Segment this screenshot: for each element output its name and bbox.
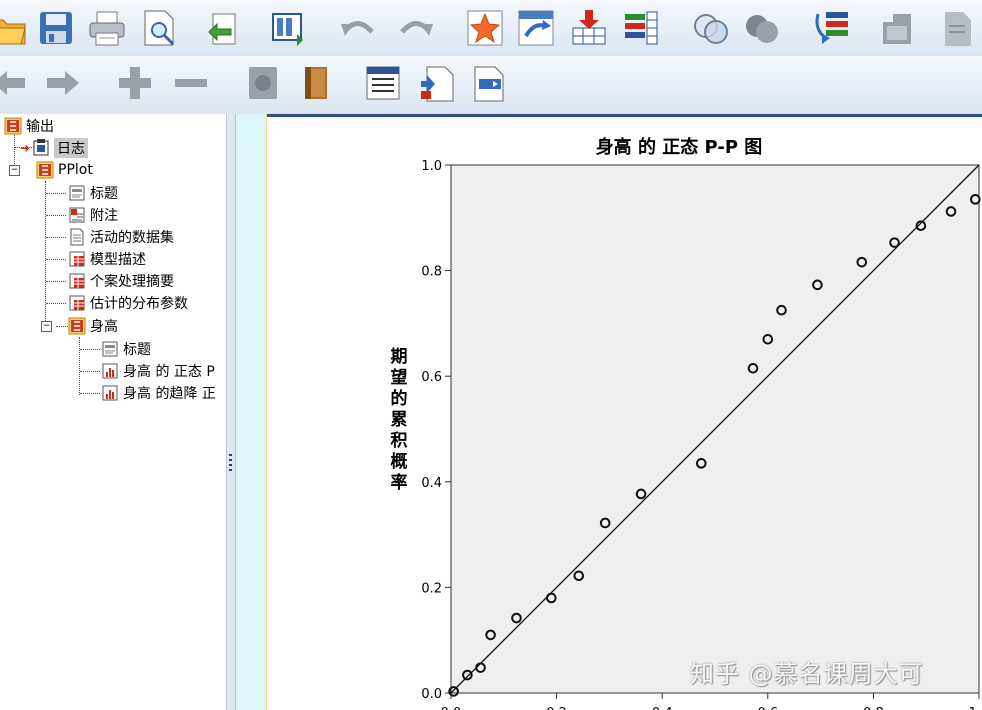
table-icon [69,251,85,267]
y-tick-label: 0.4 [421,476,442,491]
undo-icon[interactable] [337,7,379,49]
book-icon [4,117,22,135]
collapse-icon[interactable] [170,62,212,104]
y-axis-label-char: 累 [391,410,408,430]
y-tick-label: 0.8 [421,265,442,280]
select-cases-icon[interactable] [690,7,732,49]
open-icon[interactable] [0,7,28,49]
tree-node-notes[interactable]: 附注 [68,205,118,225]
book-icon [68,317,86,335]
book-icon [36,161,54,179]
table-icon [69,295,85,311]
x-tick-label: 0.2 [546,706,567,710]
tree-node-active-dataset[interactable]: 活动的数据集 [68,227,174,247]
tree-node-height-title[interactable]: 标题 [101,339,151,359]
tree-node-pplot[interactable]: PPlot [36,160,93,180]
main-toolbar [0,0,982,57]
back-icon[interactable] [0,62,30,104]
outline-toolbar [0,56,982,166]
goto-data-icon[interactable] [268,7,310,49]
show-icon[interactable] [242,62,284,104]
print-icon[interactable] [86,7,128,49]
show-all-icon[interactable] [936,7,978,49]
insert-cases-icon[interactable] [568,7,610,49]
y-tick-label: 0.2 [421,581,442,596]
x-tick-label: 0.6 [757,706,778,710]
weight-cases-icon[interactable] [741,7,783,49]
title-icon [69,185,85,201]
value-labels-icon[interactable] [811,7,853,49]
chart-icon [102,385,118,401]
insert-heading-icon[interactable] [362,62,404,104]
y-tick-label: 1.0 [421,159,442,174]
insert-text-icon[interactable] [468,62,510,104]
export-icon[interactable] [204,7,246,49]
y-axis-label-char: 积 [391,431,408,451]
y-axis-label-char: 期 [391,347,408,367]
x-tick-label: 0.8 [863,706,884,710]
tree-node-output[interactable]: 输出 [4,116,54,136]
y-axis-label-char: 的 [391,388,408,409]
goto-variable-icon[interactable] [515,7,557,49]
pplot-collapse-toggle[interactable]: − [9,165,20,176]
y-axis-label-char: 望 [391,367,408,388]
expand-icon[interactable] [114,62,156,104]
tree-node-height[interactable]: 身高 [68,316,118,336]
goto-case-icon[interactable] [464,7,506,49]
chart-icon [102,363,118,379]
table-icon [69,273,85,289]
tree-node-distribution-params[interactable]: 估计的分布参数 [68,293,188,313]
y-axis-label-char: 概 [391,451,408,472]
tree-node-log[interactable]: ➜ 日志 [20,138,88,158]
y-tick-label: 0.0 [421,687,442,702]
insert-title-icon[interactable] [416,62,458,104]
x-tick-label: 0.4 [652,706,673,710]
current-item-arrow-icon: ➜ [20,141,31,155]
print-preview-icon[interactable] [138,7,180,49]
tree-node-title[interactable]: 标题 [68,183,118,203]
tree-node-case-summary[interactable]: 个案处理摘要 [68,271,174,291]
chart-title: 身高 的 正态 P-P 图 [596,136,763,158]
y-tick-label: 0.6 [421,370,442,385]
title-icon [102,341,118,357]
x-tick-label: 1.0 [969,706,982,710]
y-axis-label: 期望的累积概率 [391,347,408,493]
variables-icon[interactable] [620,7,662,49]
outline-tree: − − 输出 ➜ 日志 PPlot 标题 附注 活动的数据集 模型描述 个案处理… [0,114,226,710]
tree-node-model-description[interactable]: 模型描述 [68,249,146,269]
forward-icon[interactable] [42,62,84,104]
splitter-grip[interactable] [229,454,232,472]
tree-node-detrended-pp-plot[interactable]: 身高 的趋降 正 [101,383,216,403]
x-tick-label: 0.0 [441,706,462,710]
watermark: 知乎 @慕名课周大可 [690,660,924,688]
tree-node-normal-pp-plot[interactable]: 身高 的 正态 P [101,361,215,381]
x-axis-ticks: 0.0 0.2 0.4 0.6 0.8 1.0 [441,693,982,710]
text-doc-icon [70,228,84,246]
y-axis-label-char: 率 [391,472,408,493]
pane-splitter[interactable] [226,114,236,710]
output-document: 身高 的 正态 P-P 图 期望的累积概率 0.0 0.2 0.4 0.6 0.8 1.0… [236,114,982,710]
save-icon[interactable] [35,7,77,49]
pp-plot-chart[interactable]: 身高 的 正态 P-P 图 期望的累积概率 0.0 0.2 0.4 0.6 0.8 1.0… [236,114,982,710]
use-sets-icon[interactable] [876,7,918,49]
redo-icon[interactable] [395,7,437,49]
notes-icon [69,207,85,223]
y-axis-ticks: 0.0 0.2 0.4 0.6 0.8 1.0 [421,159,451,702]
hide-icon[interactable] [296,62,338,104]
log-icon [33,139,49,156]
height-collapse-toggle[interactable]: − [41,321,52,332]
